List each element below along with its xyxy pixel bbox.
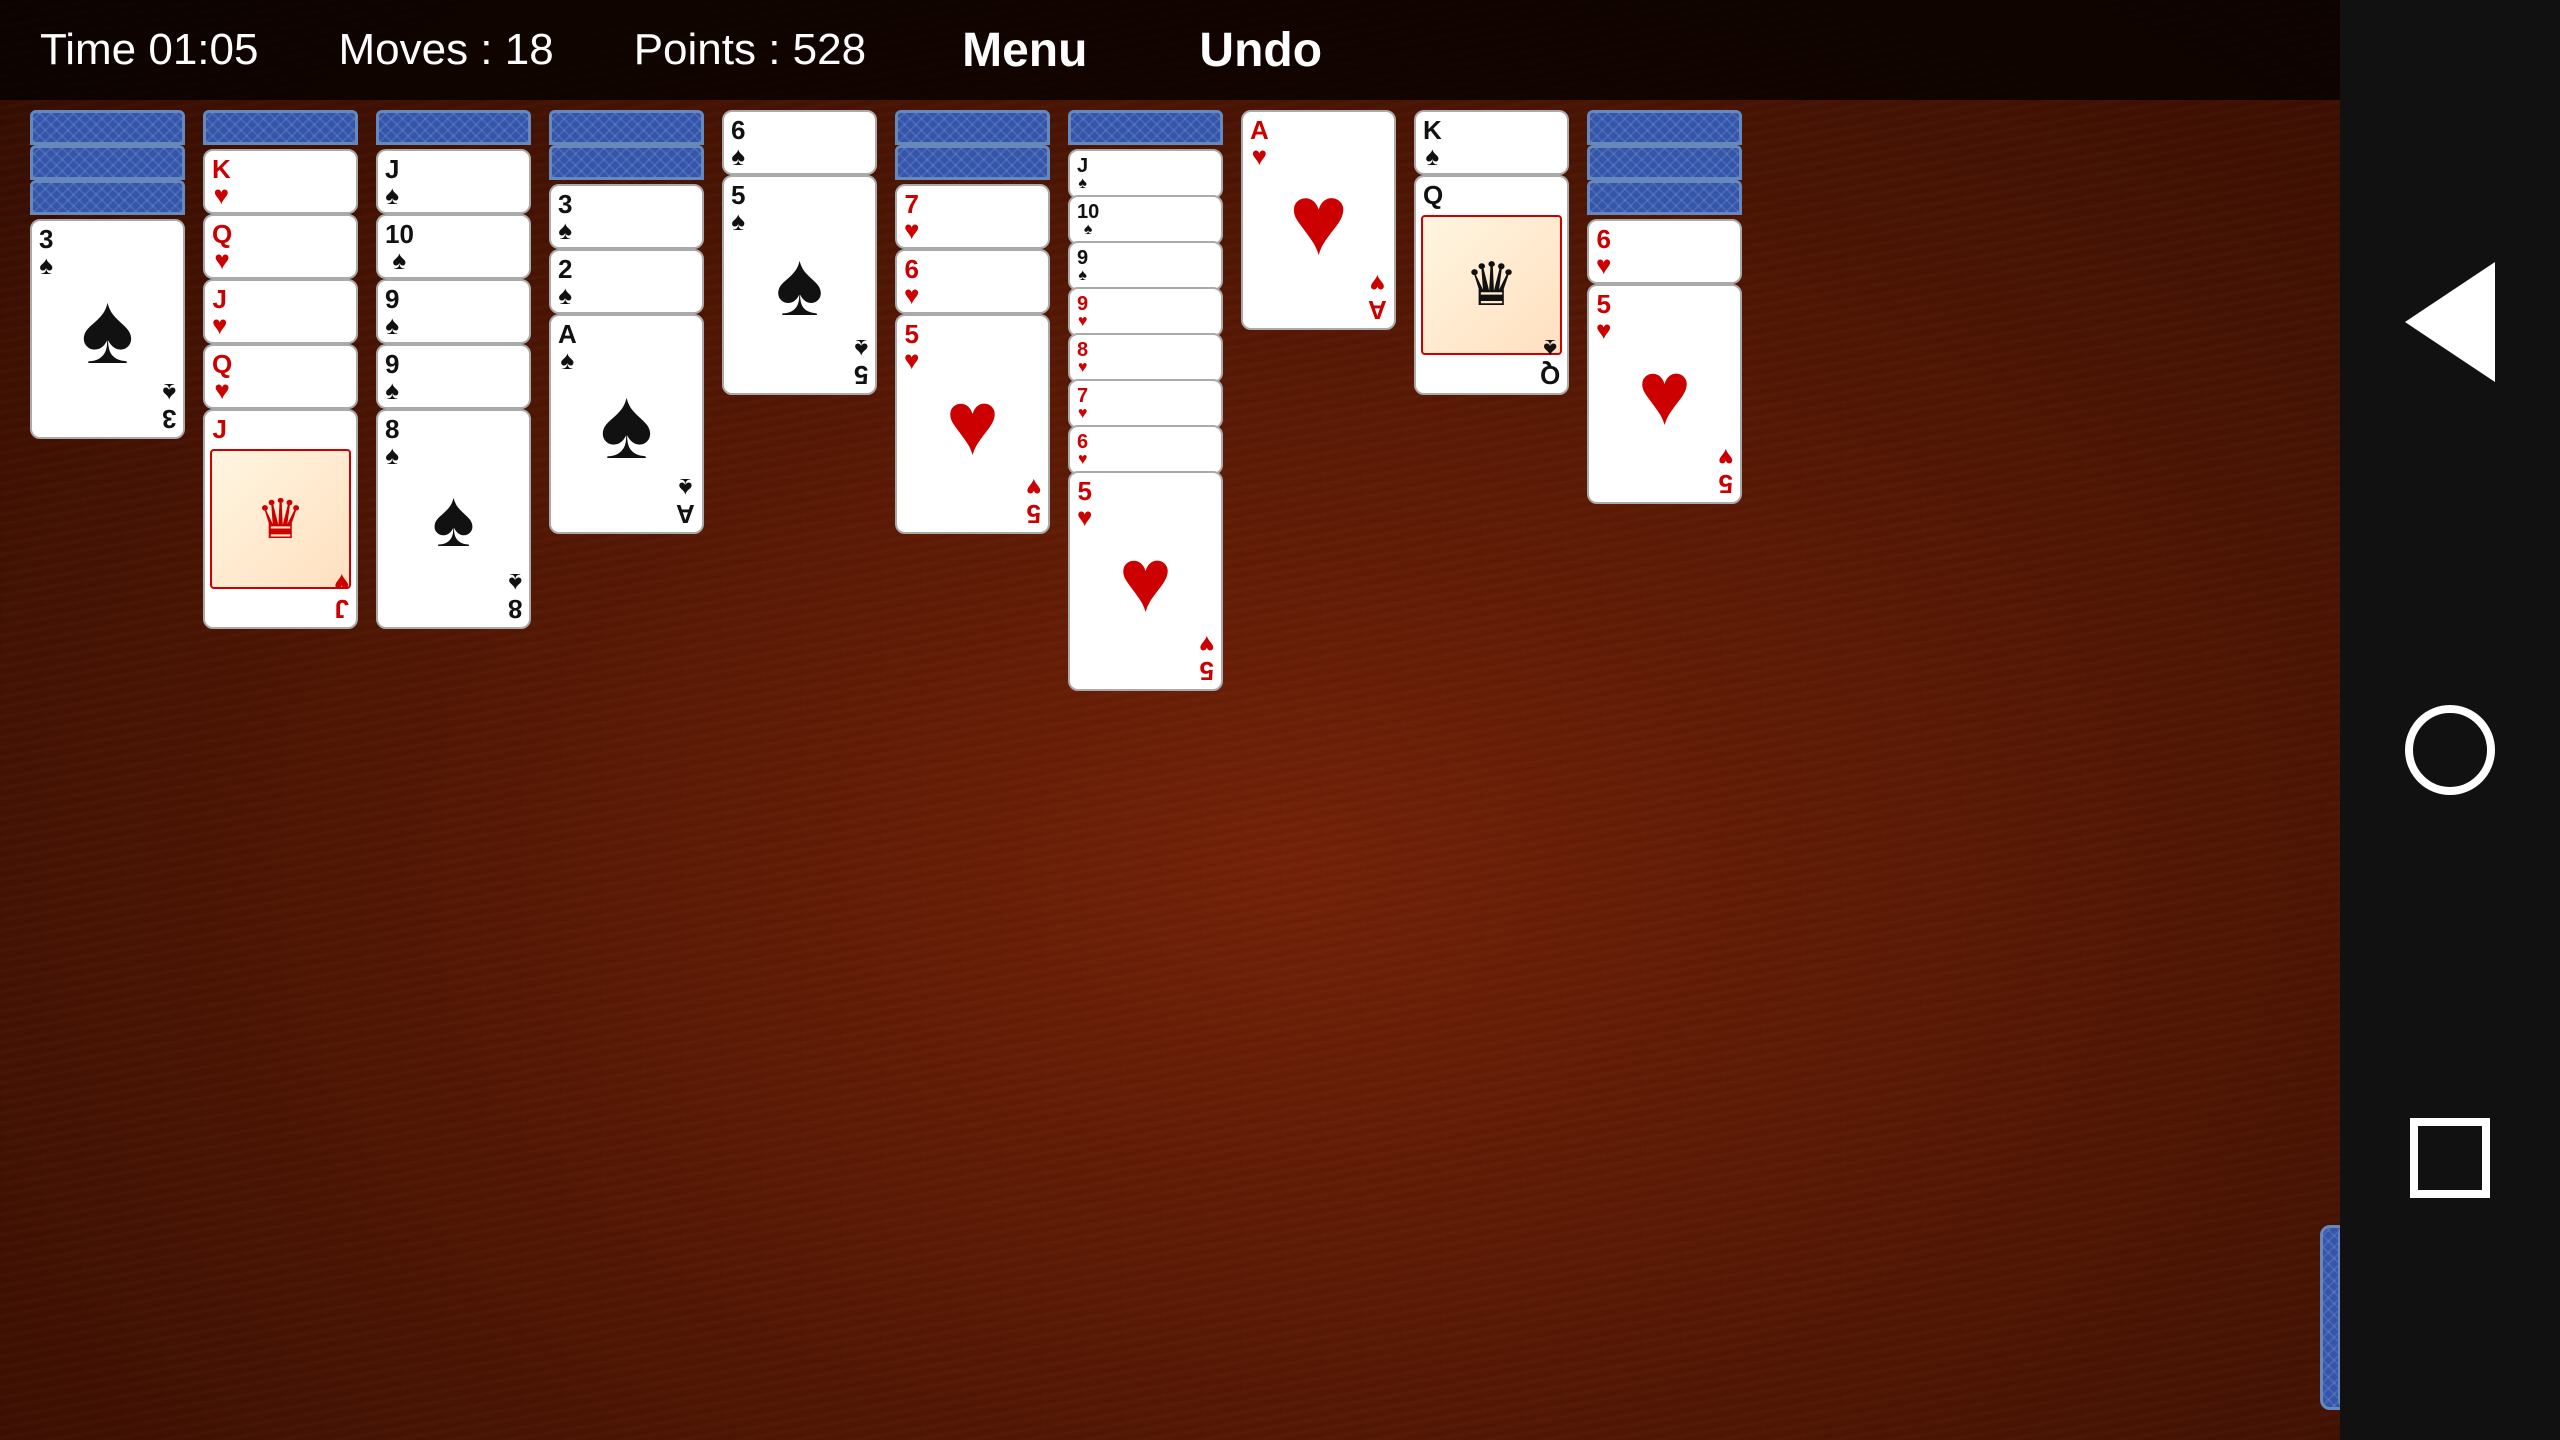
card-2-spades[interactable]: 2 ♠	[549, 249, 704, 314]
card-3-spades[interactable]: 3 ♠ ♠ 3 ♠	[30, 219, 185, 439]
time-display: Time 01:05	[40, 25, 258, 75]
card-back	[1587, 180, 1742, 215]
card-6-spades[interactable]: 6 ♠	[722, 110, 877, 175]
column-2: K ♥ Q ♥ J ♥ Q	[203, 110, 358, 629]
card-9-spades-col7[interactable]: 9 ♠	[1068, 241, 1223, 291]
card-J-spades[interactable]: J ♠	[376, 149, 531, 214]
card-columns: 3 ♠ ♠ 3 ♠ K ♥	[30, 110, 1742, 691]
card-Q-hearts[interactable]: Q ♥	[203, 214, 358, 279]
column-6: 7 ♥ 6 ♥ 5 ♥ ♥ 5 ♥	[895, 110, 1050, 534]
card-10-spades-2[interactable]: 10 ♠	[1068, 195, 1223, 245]
card-J-hearts[interactable]: J ♥	[203, 279, 358, 344]
topbar: Time 01:05 Moves : 18 Points : 528 Menu …	[0, 0, 2560, 100]
card-back	[30, 110, 185, 145]
card-back	[30, 145, 185, 180]
card-9-spades[interactable]: 9 ♠	[376, 279, 531, 344]
card-7-hearts-col7[interactable]: 7 ♥	[1068, 379, 1223, 429]
undo-button[interactable]: Undo	[1183, 19, 1338, 82]
recents-icon	[2410, 1118, 2490, 1198]
card-5-spades[interactable]: 5 ♠ ♠ 5 ♠	[722, 175, 877, 395]
card-back	[376, 110, 531, 145]
card-5-hearts-col10[interactable]: 5 ♥ ♥ 5 ♥	[1587, 284, 1742, 504]
card-5-hearts[interactable]: 5 ♥ ♥ 5 ♥	[895, 314, 1050, 534]
column-5: 6 ♠ 5 ♠ ♠ 5 ♠	[722, 110, 877, 395]
card-A-spades[interactable]: A ♠ ♠ A ♠	[549, 314, 704, 534]
home-button[interactable]	[2405, 705, 2495, 795]
card-5-hearts-col7[interactable]: 5 ♥ ♥ 5 ♥	[1068, 471, 1223, 691]
column-4: 3 ♠ 2 ♠ A ♠ ♠ A ♠	[549, 110, 704, 534]
card-6-hearts-col10[interactable]: 6 ♥	[1587, 219, 1742, 284]
card-Q-hearts-2[interactable]: Q ♥	[203, 344, 358, 409]
card-6-hearts[interactable]: 6 ♥	[895, 249, 1050, 314]
menu-button[interactable]: Menu	[946, 19, 1103, 82]
card-back	[203, 110, 358, 145]
column-9: K ♠ Q ♠ ♛ Q ♠	[1414, 110, 1569, 395]
back-button[interactable]	[2405, 262, 2495, 382]
game-area: 3 ♠ ♠ 3 ♠ K ♥	[0, 100, 2560, 1440]
card-A-hearts[interactable]: A ♥ ♥ A ♥	[1241, 110, 1396, 330]
card-back	[895, 145, 1050, 180]
card-back	[549, 145, 704, 180]
card-back	[1587, 145, 1742, 180]
column-1: 3 ♠ ♠ 3 ♠	[30, 110, 185, 439]
card-3-spades-2[interactable]: 3 ♠	[549, 184, 704, 249]
card-K-spades[interactable]: K ♠	[1414, 110, 1569, 175]
points-display: Points : 528	[634, 25, 866, 75]
column-10: 6 ♥ 5 ♥ ♥ 5 ♥	[1587, 110, 1742, 504]
card-back	[30, 180, 185, 215]
card-10-spades[interactable]: 10 ♠	[376, 214, 531, 279]
column-7: J ♠ 10 ♠ 9 ♠ 9	[1068, 110, 1223, 691]
back-icon	[2405, 262, 2495, 382]
card-back	[895, 110, 1050, 145]
column-8: A ♥ ♥ A ♥	[1241, 110, 1396, 330]
card-8-hearts[interactable]: 8 ♥	[1068, 333, 1223, 383]
card-J-hearts-2[interactable]: J ♥ ♛ J ♥	[203, 409, 358, 629]
card-9-hearts[interactable]: 9 ♥	[1068, 287, 1223, 337]
card-K-hearts[interactable]: K ♥	[203, 149, 358, 214]
card-6-hearts-col7[interactable]: 6 ♥	[1068, 425, 1223, 475]
recents-button[interactable]	[2410, 1118, 2490, 1198]
card-8-spades[interactable]: 8 ♠ ♠ 8 ♠	[376, 409, 531, 629]
card-back	[549, 110, 704, 145]
nav-panel	[2340, 0, 2560, 1440]
card-Q-spades[interactable]: Q ♠ ♛ Q ♠	[1414, 175, 1569, 395]
column-3: J ♠ 10 ♠ 9 ♠ 9	[376, 110, 531, 629]
card-9-spades-2[interactable]: 9 ♠	[376, 344, 531, 409]
card-J-spades-2[interactable]: J ♠	[1068, 149, 1223, 199]
card-back	[1587, 110, 1742, 145]
home-icon	[2405, 705, 2495, 795]
card-back	[1068, 110, 1223, 145]
moves-display: Moves : 18	[338, 25, 553, 75]
card-7-hearts[interactable]: 7 ♥	[895, 184, 1050, 249]
